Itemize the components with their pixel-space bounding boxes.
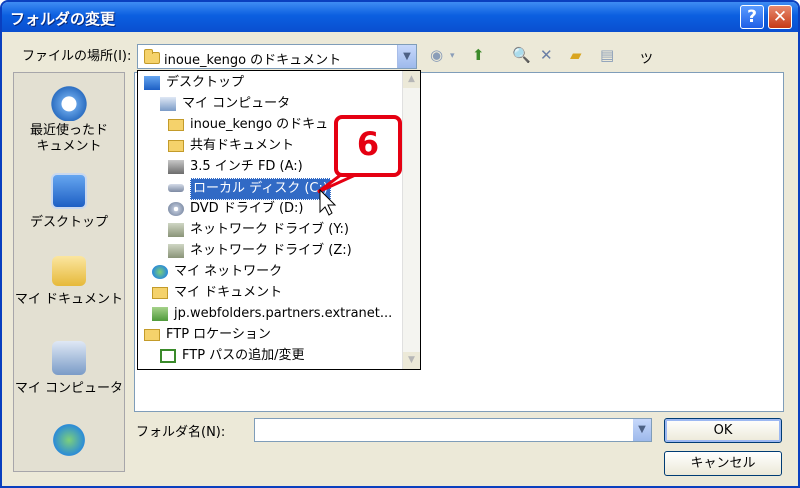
- step-callout: 6: [334, 115, 402, 177]
- ok-button[interactable]: OK: [664, 418, 782, 443]
- chevron-down-icon[interactable]: ▼: [633, 419, 651, 441]
- cancel-button[interactable]: キャンセル: [664, 451, 782, 476]
- mouse-cursor-icon: [319, 188, 337, 216]
- folder-name-label: フォルダ名(N):: [136, 425, 226, 440]
- callout-pointer: [317, 166, 367, 216]
- folder-name-input[interactable]: ▼: [254, 418, 652, 442]
- step-number: 6: [356, 125, 380, 163]
